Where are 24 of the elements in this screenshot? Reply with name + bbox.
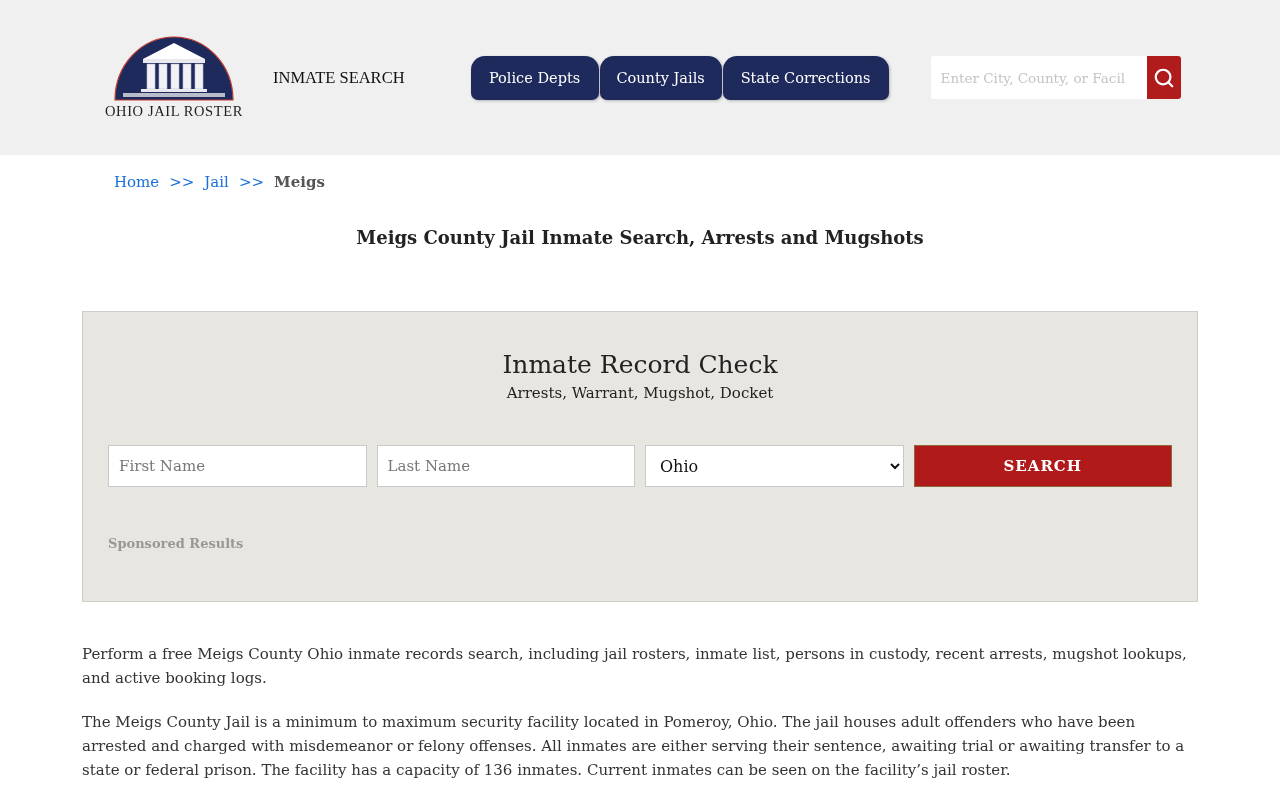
nav-tab[interactable]: County Jails xyxy=(599,55,722,100)
breadcrumb-link[interactable]: Jail xyxy=(204,170,229,194)
state-select[interactable]: Ohio xyxy=(645,445,904,487)
body-paragraph: The Meigs County Jail is a minimum to maximum security facility located in Pomeroy, Ohio. The jail houses adult offenders who have been arrested and charged with misdemeanor or felony offenses. All inmates are either serving their sentence, awaiting trial or awaiting transfer to a state or federal prison. The facility has a capacity of 136 inmates. Current inmates can be seen on the facility’s jail roster. xyxy=(82,712,1186,781)
nav-tab[interactable]: State Corrections xyxy=(722,55,889,100)
search-field[interactable]: Enter City, County, or Facil xyxy=(930,56,1147,99)
panel-title: Inmate Record Check xyxy=(502,349,778,381)
logo-text: OHIO JAIL ROSTER xyxy=(105,103,243,120)
breadcrumb-link[interactable]: Home xyxy=(114,170,160,194)
panel-subtitle: Arrests, Warrant, Mugshot, Docket xyxy=(506,383,774,404)
search-submit-button[interactable]: SEARCH xyxy=(913,445,1172,487)
body-paragraph: Perform a free Meigs County Ohio inmate records search, including jail rosters, inmate list, persons in custody, recent arrests, mugshot lookups, and active booking logs. xyxy=(82,644,1188,689)
sponsored-results-label: Sponsored Results xyxy=(108,535,244,553)
breadcrumb-separator: >> xyxy=(169,172,195,193)
breadcrumb-separator: >> xyxy=(238,172,265,193)
page-title: Meigs County Jail Inmate Search, Arrests and Mugshots xyxy=(356,226,924,250)
name-input-field[interactable]: First Name xyxy=(108,445,367,487)
search-icon xyxy=(1152,66,1175,89)
name-input-field[interactable]: Last Name xyxy=(376,445,635,487)
columned-building-logo-icon xyxy=(113,35,235,101)
search-button[interactable] xyxy=(1146,56,1181,99)
nav-link[interactable]: INMATE SEARCH xyxy=(273,67,405,88)
nav-tab[interactable]: Police Depts xyxy=(470,55,599,100)
breadcrumb-current-page: Meigs xyxy=(274,172,325,193)
